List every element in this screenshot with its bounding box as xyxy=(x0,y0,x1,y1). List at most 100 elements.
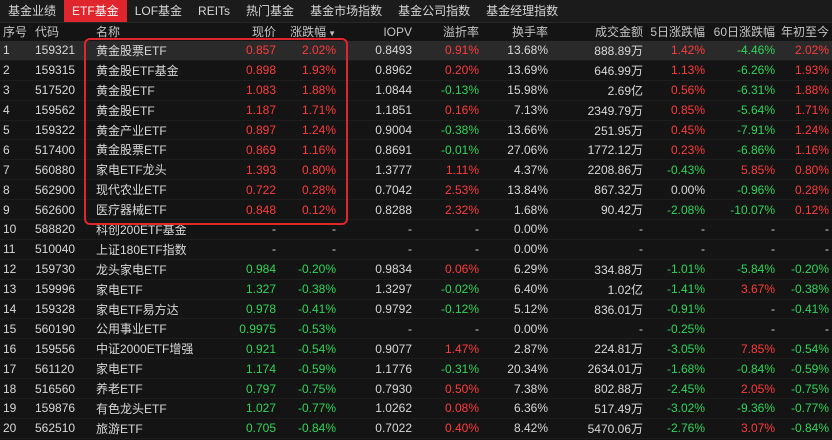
cell-name: 家电ETF龙头 xyxy=(96,163,167,178)
tab-2[interactable]: LOF基金 xyxy=(127,0,190,22)
cell-amt: 802.88万 xyxy=(594,382,643,397)
table-row[interactable]: 14 159328 家电ETF易方达 0.978 -0.41% 0.9792 -0.12% 5… xyxy=(0,300,832,320)
cell-d5: -1.41% xyxy=(666,282,705,297)
table-row[interactable]: 12 159730 龙头家电ETF 0.984 -0.20% 0.9834 0.06% 6.2… xyxy=(0,260,832,280)
cell-amt: - xyxy=(639,321,643,336)
cell-d60: - xyxy=(771,242,775,257)
col-header-iopv[interactable]: IOPV xyxy=(339,25,415,39)
table-row[interactable]: 13 159996 家电ETF 1.327 -0.38% 1.3297 -0.02% 6.40… xyxy=(0,280,832,300)
cell-name: 中证2000ETF增强 xyxy=(96,342,194,357)
cell-ytd: 1.24% xyxy=(794,123,829,137)
tab-0[interactable]: 基金业绩 xyxy=(0,0,64,22)
cell-chg: -0.20% xyxy=(297,262,336,277)
col-header-amount[interactable]: 成交金额 xyxy=(551,23,646,40)
table-row[interactable]: 11 510040 上证180ETF指数 - - - - 0.00% - - - - xyxy=(0,240,832,260)
cell-code: 588820 xyxy=(35,222,76,237)
table-row[interactable]: 3 517520 黄金股ETF 1.083 1.88% 1.0844 -0.13% 15.98… xyxy=(0,81,832,101)
col-header-premium[interactable]: 溢折率 xyxy=(415,23,482,40)
cell-name: 家电ETF xyxy=(96,282,143,297)
cell-turn: 8.42% xyxy=(513,421,548,436)
cell-d5: - xyxy=(701,222,705,237)
cell-iopv: 0.8493 xyxy=(375,43,412,58)
table-row[interactable]: 16 159556 中证2000ETF增强 0.921 -0.54% 0.9077 1.47… xyxy=(0,339,832,360)
tab-1[interactable]: ETF基金 xyxy=(64,0,127,22)
cell-d5: -0.43% xyxy=(666,162,705,177)
cell-price: 1.174 xyxy=(245,361,276,376)
tab-7[interactable]: 基金经理指数 xyxy=(478,0,566,22)
cell-price: 0.705 xyxy=(245,421,276,436)
cell-d60: 2.05% xyxy=(740,381,775,396)
table-row[interactable]: 7 560880 家电ETF龙头 1.393 0.80% 1.3777 1.11% 4.37%… xyxy=(0,160,832,181)
col-header-ytd[interactable]: 年初至今 xyxy=(778,23,832,40)
table-row[interactable]: 15 560190 公用事业ETF 0.9975 -0.53% - - 0.00% - -0.25… xyxy=(0,319,832,340)
table-row[interactable]: 18 516560 养老ETF 0.797 -0.75% 0.7930 0.50% 7.38%… xyxy=(0,379,832,400)
tab-5[interactable]: 基金市场指数 xyxy=(302,0,390,22)
table-row[interactable]: 5 159322 黄金产业ETF 0.897 1.24% 0.9004 -0.38% 13.6… xyxy=(0,121,832,141)
cell-d60: -6.31% xyxy=(736,83,775,98)
table-row[interactable]: 10 588820 科创200ETF基金 - - - - 0.00% - - - - xyxy=(0,220,832,240)
cell-idx: 6 xyxy=(3,142,10,157)
table-row[interactable]: 9 562600 医疗器械ETF 0.848 0.12% 0.8288 2.32% 1.68%… xyxy=(0,200,832,221)
cell-amt: 224.81万 xyxy=(594,342,643,357)
cell-turn: 5.12% xyxy=(513,302,548,317)
sort-desc-icon: ▼ xyxy=(328,29,336,38)
cell-prem: -0.12% xyxy=(440,302,479,317)
cell-amt: 836.01万 xyxy=(594,302,643,317)
cell-prem: - xyxy=(475,321,479,336)
cell-amt: 334.88万 xyxy=(594,262,643,277)
table-row[interactable]: 6 517400 黄金股票ETF 0.869 1.16% 0.8691 -0.01% 27.0… xyxy=(0,140,832,161)
col-header-5day[interactable]: 5日涨跌幅 xyxy=(646,23,708,40)
col-header-index[interactable]: 序号 xyxy=(0,23,32,40)
cell-ytd: - xyxy=(825,321,829,336)
cell-turn: 27.06% xyxy=(507,142,548,157)
cell-name: 现代农业ETF xyxy=(96,183,167,198)
cell-d5: 0.85% xyxy=(670,103,705,118)
col-header-name[interactable]: 名称 xyxy=(93,23,229,40)
col-header-code[interactable]: 代码 xyxy=(32,23,93,40)
cell-name: 医疗器械ETF xyxy=(96,203,167,218)
cell-name: 黄金股ETF基金 xyxy=(96,63,179,78)
cell-turn: 0.00% xyxy=(513,242,548,257)
cell-turn: 7.13% xyxy=(513,103,548,118)
cell-turn: 0.00% xyxy=(513,222,548,237)
cell-name: 黄金股票ETF xyxy=(96,143,167,158)
cell-prem: 1.11% xyxy=(445,162,479,177)
cell-prem: -0.13% xyxy=(440,83,479,98)
table-row[interactable]: 1 159321 黄金股票ETF 0.857 2.02% 0.8493 0.91% 13.68… xyxy=(0,41,832,61)
cell-name: 黄金产业ETF xyxy=(96,123,167,138)
tab-4[interactable]: 热门基金 xyxy=(238,0,302,22)
col-header-change[interactable]: 涨跌幅 ▼ xyxy=(279,23,339,40)
cell-chg: -0.53% xyxy=(297,321,336,336)
col-header-60day[interactable]: 60日涨跌幅 xyxy=(708,23,778,40)
cell-price: 0.897 xyxy=(245,123,276,137)
tab-3[interactable]: REITs xyxy=(190,0,238,22)
cell-ytd: -0.41% xyxy=(790,302,829,317)
cell-iopv: 1.0262 xyxy=(375,401,412,416)
cell-code: 562900 xyxy=(35,182,76,197)
cell-d5: -1.01% xyxy=(666,262,705,277)
table-row[interactable]: 8 562900 现代农业ETF 0.722 0.28% 0.7042 2.53% 13.84… xyxy=(0,180,832,201)
cell-d5: 1.42% xyxy=(670,43,705,58)
cell-price: - xyxy=(272,222,276,237)
cell-iopv: 1.0844 xyxy=(375,83,412,98)
table-row[interactable]: 17 561120 家电ETF 1.174 -0.59% 1.1776 -0.31% 20.3… xyxy=(0,359,832,380)
cell-idx: 3 xyxy=(3,83,10,98)
cell-prem: -0.02% xyxy=(440,282,479,297)
cell-ytd: -0.77% xyxy=(790,401,829,416)
cell-prem: 0.40% xyxy=(444,421,479,436)
cell-amt: 90.42万 xyxy=(600,203,643,218)
cell-d5: 0.56% xyxy=(670,83,705,98)
table-row[interactable]: 4 159562 黄金股ETF 1.187 1.71% 1.1851 0.16% 7.13% 2… xyxy=(0,101,832,121)
cell-code: 517520 xyxy=(35,83,76,98)
cell-turn: 13.84% xyxy=(507,182,548,197)
cell-code: 159876 xyxy=(35,401,76,416)
tab-6[interactable]: 基金公司指数 xyxy=(390,0,478,22)
cell-iopv: 1.3777 xyxy=(375,162,412,177)
cell-chg: 2.02% xyxy=(301,43,336,58)
table-row[interactable]: 20 562510 旅游ETF 0.705 -0.84% 0.7022 0.40% 8.42%… xyxy=(0,419,832,439)
cell-prem: 0.91% xyxy=(444,43,479,58)
col-header-turnover[interactable]: 换手率 xyxy=(482,23,551,40)
table-row[interactable]: 2 159315 黄金股ETF基金 0.898 1.93% 0.8962 0.20% 13.6… xyxy=(0,61,832,81)
col-header-price[interactable]: 现价 xyxy=(229,23,279,40)
table-row[interactable]: 19 159876 有色龙头ETF 1.027 -0.77% 1.0262 0.08% 6.3… xyxy=(0,399,832,419)
